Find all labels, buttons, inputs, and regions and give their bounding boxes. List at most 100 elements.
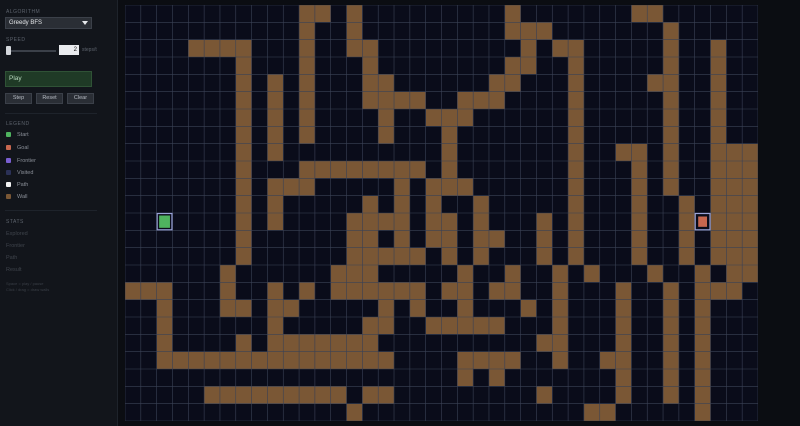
- wall-cell[interactable]: [663, 299, 679, 317]
- wall-cell[interactable]: [394, 91, 410, 109]
- wall-cell[interactable]: [235, 247, 252, 265]
- wall-cell[interactable]: [235, 39, 252, 57]
- wall-cell[interactable]: [726, 213, 743, 231]
- wall-cell[interactable]: [726, 230, 743, 248]
- wall-cell[interactable]: [299, 178, 315, 196]
- wall-cell[interactable]: [267, 351, 284, 369]
- wall-cell[interactable]: [678, 195, 695, 213]
- wall-cell[interactable]: [346, 213, 363, 231]
- speed-slider-track[interactable]: [8, 50, 56, 52]
- wall-cell[interactable]: [362, 265, 379, 283]
- wall-cell[interactable]: [362, 57, 379, 75]
- wall-cell[interactable]: [694, 369, 711, 387]
- wall-cell[interactable]: [346, 247, 363, 265]
- wall-cell[interactable]: [457, 265, 474, 283]
- wall-cell[interactable]: [267, 126, 284, 144]
- wall-cell[interactable]: [425, 178, 442, 196]
- wall-cell[interactable]: [663, 22, 679, 40]
- wall-cell[interactable]: [235, 126, 252, 144]
- wall-cell[interactable]: [710, 213, 727, 231]
- wall-cell[interactable]: [219, 282, 236, 300]
- wall-cell[interactable]: [631, 247, 648, 265]
- wall-cell[interactable]: [536, 230, 553, 248]
- wall-cell[interactable]: [536, 247, 553, 265]
- wall-cell[interactable]: [235, 386, 252, 404]
- wall-cell[interactable]: [710, 247, 727, 265]
- wall-cell[interactable]: [156, 317, 173, 335]
- wall-cell[interactable]: [267, 386, 284, 404]
- wall-cell[interactable]: [710, 126, 727, 144]
- wall-cell[interactable]: [694, 282, 711, 300]
- wall-cell[interactable]: [583, 403, 600, 421]
- wall-cell[interactable]: [409, 247, 426, 265]
- wall-cell[interactable]: [678, 230, 695, 248]
- wall-cell[interactable]: [615, 386, 632, 404]
- wall-cell[interactable]: [441, 213, 458, 231]
- wall-cell[interactable]: [425, 213, 442, 231]
- wall-cell[interactable]: [473, 91, 489, 109]
- wall-cell[interactable]: [378, 74, 395, 92]
- wall-cell[interactable]: [710, 39, 727, 57]
- wall-cell[interactable]: [504, 282, 521, 300]
- wall-cell[interactable]: [552, 39, 569, 57]
- wall-cell[interactable]: [631, 213, 648, 231]
- wall-cell[interactable]: [314, 161, 331, 179]
- wall-cell[interactable]: [362, 91, 379, 109]
- wall-cell[interactable]: [663, 109, 679, 127]
- wall-cell[interactable]: [488, 91, 505, 109]
- wall-cell[interactable]: [742, 195, 758, 213]
- reset-button[interactable]: Reset: [36, 93, 63, 104]
- wall-cell[interactable]: [346, 230, 363, 248]
- wall-cell[interactable]: [267, 317, 284, 335]
- wall-cell[interactable]: [694, 299, 711, 317]
- wall-cell[interactable]: [346, 161, 363, 179]
- wall-cell[interactable]: [219, 299, 236, 317]
- wall-cell[interactable]: [409, 282, 426, 300]
- wall-cell[interactable]: [694, 403, 711, 421]
- wall-cell[interactable]: [235, 57, 252, 75]
- wall-cell[interactable]: [235, 91, 252, 109]
- wall-cell[interactable]: [663, 143, 679, 161]
- wall-cell[interactable]: [235, 178, 252, 196]
- wall-cell[interactable]: [631, 178, 648, 196]
- wall-cell[interactable]: [615, 369, 632, 387]
- wall-cell[interactable]: [599, 403, 616, 421]
- wall-cell[interactable]: [299, 74, 315, 92]
- wall-cell[interactable]: [330, 351, 347, 369]
- wall-cell[interactable]: [473, 317, 489, 335]
- wall-cell[interactable]: [568, 91, 584, 109]
- wall-cell[interactable]: [678, 213, 695, 231]
- wall-cell[interactable]: [694, 265, 711, 283]
- wall-cell[interactable]: [710, 178, 727, 196]
- wall-cell[interactable]: [568, 178, 584, 196]
- wall-cell[interactable]: [299, 126, 315, 144]
- wall-cell[interactable]: [156, 282, 173, 300]
- wall-cell[interactable]: [536, 213, 553, 231]
- wall-cell[interactable]: [568, 230, 584, 248]
- step-button[interactable]: Step: [5, 93, 32, 104]
- wall-cell[interactable]: [726, 282, 743, 300]
- wall-cell[interactable]: [314, 5, 331, 23]
- wall-cell[interactable]: [125, 282, 141, 300]
- wall-cell[interactable]: [299, 161, 315, 179]
- wall-cell[interactable]: [235, 230, 252, 248]
- wall-cell[interactable]: [647, 74, 664, 92]
- wall-cell[interactable]: [409, 161, 426, 179]
- wall-cell[interactable]: [140, 282, 157, 300]
- wall-cell[interactable]: [299, 57, 315, 75]
- wall-cell[interactable]: [299, 334, 315, 352]
- wall-cell[interactable]: [710, 91, 727, 109]
- wall-cell[interactable]: [504, 265, 521, 283]
- wall-cell[interactable]: [346, 265, 363, 283]
- wall-cell[interactable]: [394, 282, 410, 300]
- wall-cell[interactable]: [346, 39, 363, 57]
- wall-cell[interactable]: [267, 178, 284, 196]
- wall-cell[interactable]: [663, 39, 679, 57]
- wall-cell[interactable]: [710, 143, 727, 161]
- wall-cell[interactable]: [552, 334, 569, 352]
- wall-cell[interactable]: [219, 351, 236, 369]
- wall-cell[interactable]: [394, 230, 410, 248]
- wall-cell[interactable]: [726, 265, 743, 283]
- wall-cell[interactable]: [663, 317, 679, 335]
- wall-cell[interactable]: [394, 213, 410, 231]
